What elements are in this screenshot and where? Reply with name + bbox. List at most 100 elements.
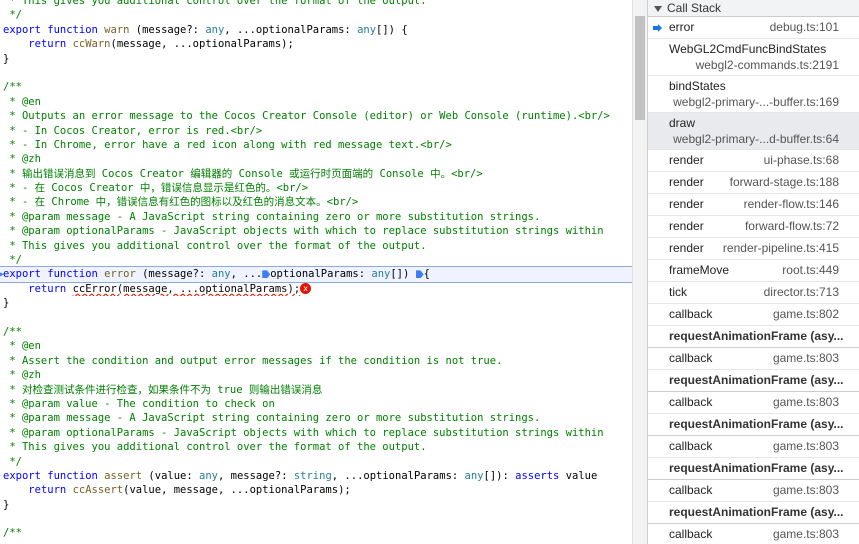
code-line[interactable]	[0, 66, 632, 80]
call-frame[interactable]: tick director.ts:713	[648, 282, 859, 304]
frame-location[interactable]: director.ts:713	[764, 282, 839, 303]
code-line[interactable]: /**	[0, 526, 632, 540]
code-token: * Assert the condition and output error …	[3, 354, 503, 367]
call-frame[interactable]: render ui-phase.ts:68	[648, 150, 859, 172]
editor-scrollbar[interactable]	[632, 0, 647, 544]
code-token: ccError(message, ...optionalParams);	[72, 282, 301, 295]
code-line[interactable]: * This gives you additional control over…	[0, 239, 632, 253]
frame-function-name: error	[669, 20, 695, 34]
frame-function-name: draw	[669, 116, 696, 130]
code-line[interactable]: * @param optionalParams - JavaScript obj…	[0, 426, 632, 440]
code-token: any	[205, 23, 225, 36]
code-line[interactable]: * @zh	[0, 368, 632, 382]
code-token: (message?:	[135, 268, 212, 281]
call-frame[interactable]: draw webgl2-primary-...d-buffer.ts:64	[648, 113, 859, 150]
frame-function-name: callback	[669, 439, 713, 453]
code-editor[interactable]: * This gives you additional control over…	[0, 0, 632, 544]
call-frame[interactable]: render render-flow.ts:146	[648, 194, 859, 216]
code-line[interactable]: * 输出错误消息到 Cocos Creator 编辑器的 Console 或运行…	[0, 167, 632, 181]
code-line[interactable]: */	[0, 8, 632, 22]
code-token: (message, ...optionalParams);	[110, 38, 294, 51]
code-line[interactable]: * @en	[0, 95, 632, 109]
code-token: assert	[104, 469, 143, 482]
call-frame[interactable]: callback game.ts:803	[648, 348, 859, 370]
code-line[interactable]: * @param message - A JavaScript string c…	[0, 411, 632, 425]
code-token: * This gives you additional control over…	[3, 441, 427, 454]
frame-location[interactable]: render-pipeline.ts:415	[723, 238, 839, 259]
frame-location[interactable]: webgl2-primary-...d-buffer.ts:64	[673, 132, 839, 146]
scrollbar-thumb[interactable]	[635, 16, 645, 120]
code-line[interactable]: return ccAssert(value, message, ...optio…	[0, 483, 632, 497]
call-frame[interactable]: callback game.ts:803	[648, 524, 859, 544]
call-frame[interactable]: render render-pipeline.ts:415	[648, 238, 859, 260]
frame-location[interactable]: forward-flow.ts:72	[745, 216, 839, 237]
frame-location[interactable]: render-flow.ts:146	[744, 194, 839, 215]
code-line[interactable]: * @param optionalParams - JavaScript obj…	[0, 224, 632, 238]
call-frame[interactable]: render forward-flow.ts:72	[648, 216, 859, 238]
call-frame[interactable]: bindStates webgl2-primary-...-buffer.ts:1…	[648, 76, 859, 113]
frame-function-name: bindStates	[669, 79, 726, 93]
code-line[interactable]: * - 在 Cocos Creator 中，错误信息显示是红色的。<br/>	[0, 181, 632, 195]
call-frame[interactable]: error debug.ts:101	[648, 17, 859, 39]
frame-location[interactable]: game.ts:803	[773, 524, 839, 544]
code-line[interactable]: * - 在 Chrome 中，错误信息有红色的图标以及红色的消息文本。<br/>	[0, 195, 632, 209]
code-line[interactable]: * @param message - A JavaScript string c…	[0, 210, 632, 224]
code-line[interactable]: * @zh	[0, 152, 632, 166]
code-line[interactable]: */	[0, 455, 632, 469]
code-line[interactable]: }	[0, 52, 632, 66]
frame-location[interactable]: webgl2-commands.ts:2191	[696, 58, 839, 72]
code-token: (message?:	[129, 23, 206, 36]
frame-location[interactable]: game.ts:802	[773, 304, 839, 325]
code-line[interactable]: export function error (message?: any, ..…	[0, 266, 632, 283]
code-line[interactable]: * This gives you additional control over…	[0, 440, 632, 454]
code-token: return	[28, 282, 67, 295]
frame-location[interactable]: game.ts:803	[773, 348, 839, 369]
call-frame[interactable]: callback game.ts:803	[648, 436, 859, 458]
frame-location[interactable]: webgl2-primary-...-buffer.ts:169	[673, 95, 839, 109]
frame-location[interactable]: debug.ts:101	[770, 17, 839, 38]
frame-location[interactable]: game.ts:803	[773, 480, 839, 501]
code-line[interactable]: return ccError(message, ...optionalParam…	[0, 282, 632, 296]
code-line[interactable]: * Assert the condition and output error …	[0, 354, 632, 368]
code-line[interactable]: * @param value - The condition to check …	[0, 397, 632, 411]
frame-function-name: callback	[669, 307, 713, 321]
code-line[interactable]: }	[0, 296, 632, 310]
code-line[interactable]: export function assert (value: any, mess…	[0, 469, 632, 483]
frame-function-name: render	[669, 175, 704, 189]
code-line[interactable]: export function warn (message?: any, ...…	[0, 23, 632, 37]
code-line[interactable]: */	[0, 253, 632, 267]
code-line[interactable]: * @en	[0, 339, 632, 353]
call-frame[interactable]: frameMove root.ts:449	[648, 260, 859, 282]
frame-location[interactable]: forward-stage.ts:188	[730, 172, 839, 193]
code-token: any	[464, 469, 484, 482]
code-line[interactable]: * 对检查测试条件进行检查，如果条件不为 true 则输出错误消息	[0, 383, 632, 397]
code-line[interactable]: * - In Cocos Creator, error is red.<br/>	[0, 124, 632, 138]
frame-location[interactable]: game.ts:803	[773, 392, 839, 413]
code-line[interactable]: return ccWarn(message, ...optionalParams…	[0, 37, 632, 51]
inline-breakpoint-icon[interactable]	[415, 270, 424, 279]
code-line[interactable]: * Outputs an error message to the Cocos …	[0, 109, 632, 123]
error-icon[interactable]: x	[300, 283, 312, 295]
frame-location[interactable]: root.ts:449	[782, 260, 839, 281]
code-line[interactable]: }	[0, 498, 632, 512]
code-line[interactable]	[0, 311, 632, 325]
code-token: return	[28, 484, 67, 497]
code-line[interactable]: * This gives you additional control over…	[0, 0, 632, 8]
code-line[interactable]: /**	[0, 80, 632, 94]
call-frame[interactable]: callback game.ts:803	[648, 392, 859, 414]
call-stack-header[interactable]: Call Stack	[648, 0, 859, 17]
frame-location[interactable]: ui-phase.ts:68	[764, 150, 839, 171]
code-token: error	[104, 268, 136, 281]
code-line[interactable]	[0, 512, 632, 526]
code-token: return	[28, 38, 67, 51]
call-frame[interactable]: render forward-stage.ts:188	[648, 172, 859, 194]
call-frame[interactable]: callback game.ts:803	[648, 480, 859, 502]
code-line[interactable]: /**	[0, 325, 632, 339]
code-token: * - 在 Chrome 中，错误信息有红色的图标以及红色的消息文本。<br/>	[3, 196, 359, 209]
code-token: * @zh	[3, 153, 41, 166]
code-token: function	[47, 268, 98, 281]
code-line[interactable]: * - In Chrome, error have a red icon alo…	[0, 138, 632, 152]
frame-location[interactable]: game.ts:803	[773, 436, 839, 457]
call-frame[interactable]: callback game.ts:802	[648, 304, 859, 326]
call-frame[interactable]: WebGL2CmdFuncBindStates webgl2-commands.t…	[648, 39, 859, 76]
